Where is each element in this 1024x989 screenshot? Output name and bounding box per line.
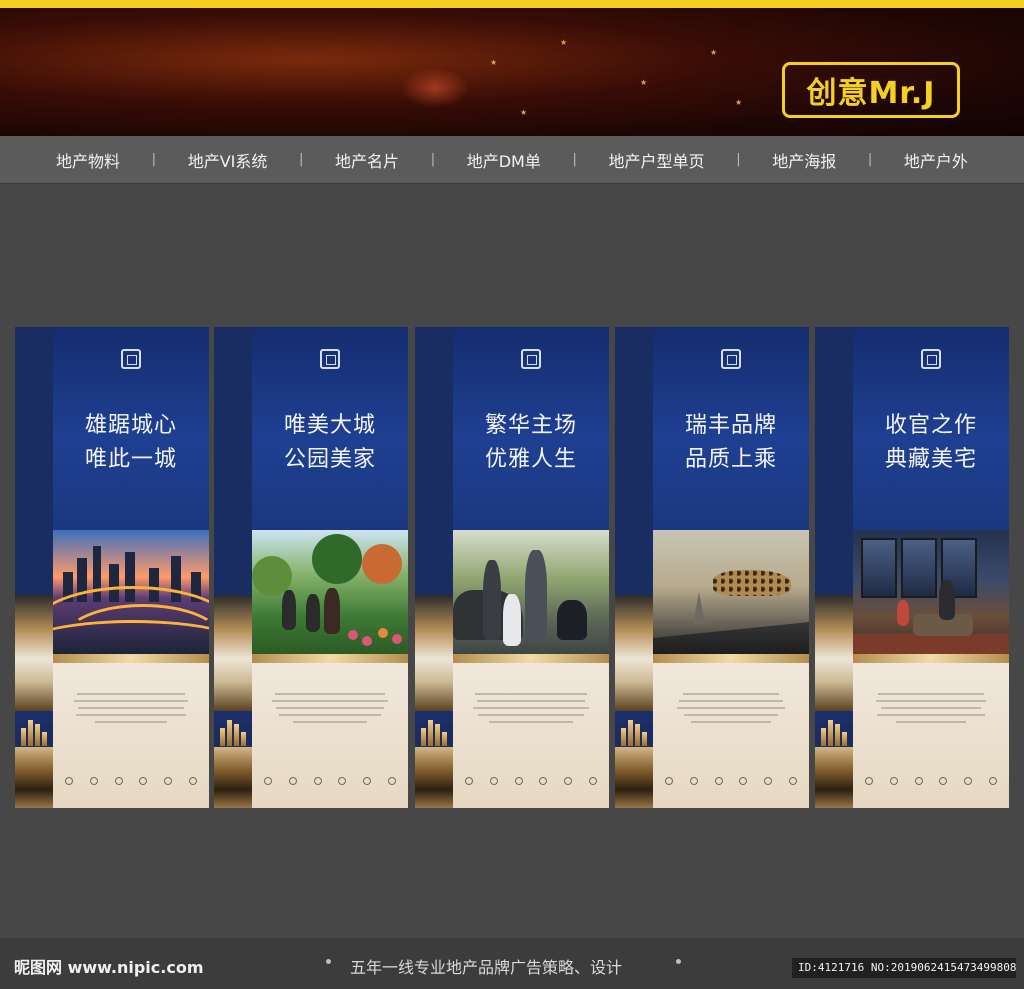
panel-body xyxy=(252,663,408,808)
poster-panel[interactable]: 瑞丰品牌 品质上乘 xyxy=(615,327,809,808)
footer-slogan: 五年一线专业地产品牌广告策略、设计 xyxy=(350,958,623,977)
panel-photo-city xyxy=(53,530,209,654)
header-banner: ★ ★ ★ ★ ★ ★ 创意Mr.J xyxy=(0,8,1024,136)
building-icon xyxy=(220,718,246,746)
panel-photo-family xyxy=(453,530,609,654)
dot-icon xyxy=(676,959,681,964)
nav-separator: | xyxy=(299,152,304,167)
gold-divider xyxy=(453,654,609,663)
nav-item-business-card[interactable]: 地产名片 xyxy=(335,148,399,172)
eiffel-tower-shape xyxy=(693,592,705,624)
leopard-shape xyxy=(713,570,791,596)
nav-item-dm[interactable]: 地产DM单 xyxy=(467,148,541,172)
nav-separator: | xyxy=(572,152,577,167)
nav-item-poster[interactable]: 地产海报 xyxy=(772,148,836,172)
star-icon: ★ xyxy=(560,38,568,47)
banner-glow xyxy=(400,68,470,108)
gold-divider xyxy=(853,654,1009,663)
panel-photo-garden xyxy=(252,530,408,654)
star-icon: ★ xyxy=(520,108,528,117)
panel-headline: 收官之作 典藏美宅 xyxy=(884,413,977,472)
panel-header: 瑞丰品牌 品质上乘 xyxy=(653,327,809,530)
building-icon xyxy=(21,718,47,746)
nav-item-outdoor[interactable]: 地产户外 xyxy=(904,148,968,172)
panel-side-strip xyxy=(15,327,53,808)
nav-separator: | xyxy=(151,152,157,167)
panel-headline: 繁华主场 优雅人生 xyxy=(484,413,577,472)
panel-header: 唯美大城 公园美家 xyxy=(252,327,408,530)
emblem-icon xyxy=(521,349,541,369)
poster-panel[interactable]: 收官之作 典藏美宅 xyxy=(815,327,1009,808)
panel-header: 繁华主场 优雅人生 xyxy=(453,327,609,530)
nav-separator: | xyxy=(736,152,741,167)
gold-divider xyxy=(53,654,209,663)
dot-icon xyxy=(326,959,331,964)
nav-item-materials[interactable]: 地产物料 xyxy=(56,148,120,172)
top-accent-line xyxy=(0,0,1024,8)
panel-side-strip xyxy=(615,327,653,808)
building-icon xyxy=(821,718,847,746)
building-icon xyxy=(621,718,647,746)
panel-body xyxy=(853,663,1009,808)
brand-logo[interactable]: 创意Mr.J xyxy=(782,62,960,118)
nav-item-vi-system[interactable]: 地产VI系统 xyxy=(188,148,268,172)
poster-panel[interactable]: 繁华主场 优雅人生 xyxy=(415,327,609,808)
gold-divider xyxy=(653,654,809,663)
panel-body xyxy=(653,663,809,808)
star-icon: ★ xyxy=(490,58,498,67)
image-id-label: ID:4121716 NO:20190624154734998082 xyxy=(792,958,1016,978)
emblem-icon xyxy=(320,349,340,369)
star-icon: ★ xyxy=(735,98,743,107)
nav-separator: | xyxy=(867,152,873,167)
panel-headline: 瑞丰品牌 品质上乘 xyxy=(684,413,777,472)
nav-separator: | xyxy=(430,152,436,167)
poster-panel[interactable]: 雄踞城心 唯此一城 xyxy=(15,327,209,808)
panel-headline: 唯美大城 公园美家 xyxy=(283,413,376,472)
panel-side-strip xyxy=(214,327,252,808)
panel-header: 雄踞城心 唯此一城 xyxy=(53,327,209,530)
star-icon: ★ xyxy=(710,48,718,57)
gold-divider xyxy=(252,654,408,663)
panel-body xyxy=(453,663,609,808)
star-icon: ★ xyxy=(640,78,648,87)
building-icon xyxy=(421,718,447,746)
panel-header: 收官之作 典藏美宅 xyxy=(853,327,1009,530)
panel-side-strip xyxy=(415,327,453,808)
panel-photo-living-room xyxy=(853,530,1009,654)
main-nav: 地产物料 | 地产VI系统 | 地产名片 | 地产DM单 | 地产户型单页 | … xyxy=(0,136,1024,184)
watermark-text: 昵图网 www.nipic.com xyxy=(14,958,204,977)
poster-panel[interactable]: 唯美大城 公园美家 xyxy=(214,327,408,808)
emblem-icon xyxy=(721,349,741,369)
nav-item-floor-plan[interactable]: 地产户型单页 xyxy=(609,148,705,172)
panel-photo-leopard xyxy=(653,530,809,654)
emblem-icon xyxy=(921,349,941,369)
emblem-icon xyxy=(121,349,141,369)
panel-body xyxy=(53,663,209,808)
panel-side-strip xyxy=(815,327,853,808)
panel-headline: 雄踞城心 唯此一城 xyxy=(84,413,177,472)
